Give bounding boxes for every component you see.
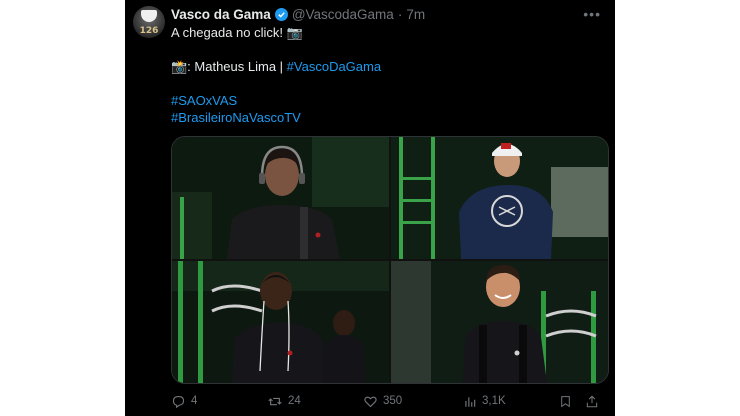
reply-count: 4 bbox=[191, 395, 198, 407]
avatar-crest bbox=[141, 10, 157, 22]
photo-3[interactable] bbox=[172, 261, 389, 383]
more-options-icon[interactable]: ••• bbox=[583, 6, 601, 22]
tweet-text-line: A chegada no click! 📷 bbox=[171, 25, 303, 40]
photo-4[interactable] bbox=[391, 261, 608, 383]
retweet-icon bbox=[267, 394, 283, 409]
tweet-timestamp[interactable]: 7m bbox=[406, 7, 425, 22]
avatar-number: 126 bbox=[139, 26, 159, 36]
bookmark-button[interactable] bbox=[559, 394, 585, 409]
photo-credit: 📸: Matheus Lima | bbox=[171, 59, 287, 74]
hashtag-vascodagama[interactable]: #VascoDaGama bbox=[287, 59, 381, 74]
hashtag-brasileironavascotv[interactable]: #BrasileiroNaVascoTV bbox=[171, 110, 301, 126]
author-name[interactable]: Vasco da Gama bbox=[171, 7, 271, 22]
views-button[interactable]: 3,1K bbox=[463, 394, 559, 409]
share-icon bbox=[585, 394, 599, 409]
separator-dot: · bbox=[397, 6, 403, 22]
photo-1[interactable] bbox=[172, 137, 389, 259]
share-button[interactable] bbox=[585, 394, 605, 409]
bookmark-icon bbox=[559, 394, 572, 409]
tweet-actions-bar: 4 24 350 3,1K bbox=[171, 392, 611, 410]
tweet-header: Vasco da Gama @VascodaGama · 7m bbox=[171, 5, 425, 23]
retweet-button[interactable]: 24 bbox=[267, 394, 363, 409]
tweet-card[interactable]: 126 Vasco da Gama @VascodaGama · 7m ••• … bbox=[125, 0, 615, 416]
verified-badge-icon bbox=[274, 7, 288, 21]
reply-icon bbox=[171, 394, 186, 409]
analytics-bar-icon bbox=[463, 394, 477, 409]
author-avatar[interactable]: 126 bbox=[133, 6, 165, 38]
views-count: 3,1K bbox=[482, 395, 506, 407]
reply-button[interactable]: 4 bbox=[171, 394, 267, 409]
like-button[interactable]: 350 bbox=[363, 394, 463, 409]
hashtag-saoxvas[interactable]: #SAOxVAS bbox=[171, 93, 237, 109]
author-handle[interactable]: @VascodaGama bbox=[292, 7, 394, 22]
like-count: 350 bbox=[383, 395, 403, 407]
photo-credit-line: 📸: Matheus Lima | #VascoDaGama bbox=[171, 59, 381, 75]
retweet-count: 24 bbox=[288, 395, 301, 407]
heart-icon bbox=[363, 394, 378, 409]
photo-2[interactable] bbox=[391, 137, 608, 259]
photo-grid bbox=[171, 136, 609, 384]
